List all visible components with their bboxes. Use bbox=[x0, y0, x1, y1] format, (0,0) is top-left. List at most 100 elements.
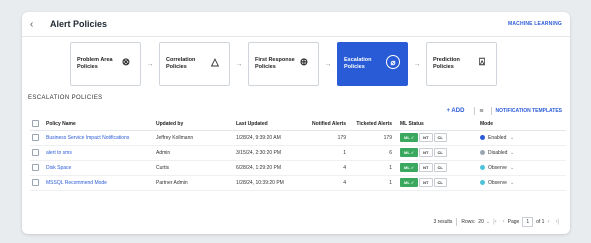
arrow-right-icon: → bbox=[413, 60, 421, 68]
policy-name-link[interactable]: Business Service Impact Notifications bbox=[44, 130, 154, 146]
col-mode[interactable]: Mode bbox=[478, 118, 566, 131]
next-page-icon[interactable]: › bbox=[547, 219, 549, 225]
policies-table: Policy Name Updated by Last Updated Noti… bbox=[30, 118, 566, 191]
last-updated: 1/28/24, 10:39:20 PM bbox=[234, 175, 304, 191]
table-row[interactable]: Business Service Impact Notifications Je… bbox=[30, 130, 566, 146]
chevron-down-icon: ⌄ bbox=[510, 149, 515, 156]
triangle-icon: △ bbox=[211, 56, 219, 68]
divider bbox=[456, 218, 458, 226]
ticketed-alerts: 1 bbox=[352, 160, 398, 176]
row-checkbox[interactable] bbox=[32, 164, 39, 171]
step-label: Problem Area Policies bbox=[77, 57, 113, 70]
rows-per-page-select[interactable]: 20 bbox=[478, 219, 484, 225]
mode-dot bbox=[480, 134, 485, 140]
table-toolbar: + ADD ≡ NOTIFICATION TEMPLATES bbox=[446, 107, 562, 115]
cl-chip[interactable]: CL bbox=[433, 178, 447, 187]
step-prediction[interactable]: Prediction Policies ⍓ bbox=[426, 42, 497, 86]
last-updated: 3/15/24, 2:30:20 PM bbox=[234, 145, 304, 161]
policy-name-link[interactable]: alert to sms bbox=[44, 145, 154, 161]
step-label: Escalation Policies bbox=[344, 57, 372, 70]
notified-alerts: 4 bbox=[304, 175, 352, 191]
mode-value: Disabled bbox=[488, 149, 508, 156]
col-updated-by[interactable]: Updated by bbox=[154, 118, 234, 131]
alert-policies-panel: ‹ Alert Policies MACHINE LEARNING Proble… bbox=[22, 12, 570, 234]
nt-chip[interactable]: NT bbox=[419, 133, 433, 142]
ticketed-alerts: 1 bbox=[352, 175, 398, 191]
mode-select[interactable]: Disabled ⌄ bbox=[478, 145, 566, 161]
nt-chip[interactable]: NT bbox=[419, 163, 433, 172]
row-checkbox[interactable] bbox=[32, 149, 39, 156]
arrow-right-icon: → bbox=[235, 60, 243, 68]
ml-chip[interactable]: ML ✓ bbox=[400, 163, 419, 172]
page-total: of 1 bbox=[536, 219, 545, 225]
row-checkbox[interactable] bbox=[32, 179, 39, 186]
step-first-response[interactable]: First Response Policies ⊕ bbox=[248, 42, 319, 86]
add-button[interactable]: + ADD bbox=[446, 108, 464, 114]
mode-select[interactable]: Observe ⌄ bbox=[478, 160, 566, 176]
nt-chip[interactable]: NT bbox=[419, 178, 433, 187]
step-correlation[interactable]: Correlation Policies △ bbox=[159, 42, 230, 86]
updated-by: Jeffrey Kollmann bbox=[154, 130, 234, 146]
prev-page-icon[interactable]: ‹ bbox=[503, 219, 505, 225]
notified-alerts: 179 bbox=[304, 130, 352, 146]
arrow-right-icon: → bbox=[146, 60, 154, 68]
notification-templates-button[interactable]: NOTIFICATION TEMPLATES bbox=[496, 108, 562, 114]
cl-chip[interactable]: CL bbox=[433, 133, 447, 142]
cl-chip[interactable]: CL bbox=[433, 148, 447, 157]
ml-status: ML ✓ NT CL bbox=[398, 145, 478, 161]
chevron-down-icon[interactable]: ⌄ bbox=[486, 219, 490, 225]
cl-chip[interactable]: CL bbox=[433, 163, 447, 172]
policy-name-link[interactable]: Disk Space bbox=[44, 160, 154, 176]
ml-status: ML ✓ NT CL bbox=[398, 130, 478, 146]
policy-name-link[interactable]: MSSQL Recommend Mode bbox=[44, 175, 154, 191]
policy-steps: Problem Area Policies ⊗ → Correlation Po… bbox=[70, 42, 497, 86]
updated-by: Partner Admin bbox=[154, 175, 234, 191]
tools-icon: ⍓ bbox=[479, 56, 485, 68]
table-row[interactable]: alert to sms Admin 3/15/24, 2:30:20 PM 1… bbox=[30, 145, 566, 161]
updated-by: Admin bbox=[154, 145, 234, 161]
last-page-icon[interactable]: ›| bbox=[555, 219, 559, 225]
col-ml-status[interactable]: ML Status bbox=[398, 118, 478, 131]
chevron-left-icon[interactable]: ‹ bbox=[30, 19, 44, 30]
notified-alerts: 4 bbox=[304, 160, 352, 176]
step-label: First Response Policies bbox=[255, 57, 295, 70]
mode-value: Observe bbox=[488, 164, 507, 171]
chevron-down-icon: ⌄ bbox=[510, 179, 515, 186]
page-input[interactable]: 1 bbox=[522, 217, 534, 227]
rows-label: Rows: bbox=[461, 219, 476, 225]
step-problem-area[interactable]: Problem Area Policies ⊗ bbox=[70, 42, 141, 86]
mode-value: Observe bbox=[488, 179, 507, 186]
first-page-icon[interactable]: |‹ bbox=[493, 219, 497, 225]
mode-value: Enabled bbox=[488, 134, 507, 141]
last-updated: 6/28/24, 1:29:20 PM bbox=[234, 160, 304, 176]
table-row[interactable]: Disk Space Curtis 6/28/24, 1:29:20 PM 4 … bbox=[30, 160, 566, 176]
chevron-down-icon: ⌄ bbox=[510, 164, 515, 171]
divider bbox=[490, 107, 492, 115]
ml-chip[interactable]: ML ✓ bbox=[400, 133, 419, 142]
col-policy-name[interactable]: Policy Name bbox=[44, 118, 154, 131]
ticketed-alerts: 6 bbox=[352, 145, 398, 161]
col-ticketed-alerts[interactable]: Ticketed Alerts bbox=[352, 118, 398, 131]
shield-icon: ⊗ bbox=[121, 56, 131, 68]
mode-select[interactable]: Enabled ⌄ bbox=[478, 130, 566, 146]
select-all-checkbox[interactable] bbox=[32, 120, 39, 128]
row-checkbox[interactable] bbox=[32, 134, 39, 141]
compass-icon: ⌀ bbox=[386, 55, 400, 69]
list-icon[interactable]: ≡ bbox=[479, 108, 483, 115]
ml-chip[interactable]: ML ✓ bbox=[400, 148, 419, 157]
machine-learning-link[interactable]: MACHINE LEARNING bbox=[508, 21, 562, 27]
col-last-updated[interactable]: Last Updated bbox=[234, 118, 304, 131]
table-row[interactable]: MSSQL Recommend Mode Partner Admin 1/28/… bbox=[30, 175, 566, 191]
page-title: Alert Policies bbox=[50, 19, 108, 29]
notified-alerts: 1 bbox=[304, 145, 352, 161]
step-escalation[interactable]: Escalation Policies ⌀ bbox=[337, 42, 408, 86]
chevron-down-icon: ⌄ bbox=[510, 134, 515, 141]
mode-select[interactable]: Observe ⌄ bbox=[478, 175, 566, 191]
top-bar: ‹ Alert Policies MACHINE LEARNING bbox=[22, 12, 570, 37]
arrow-right-icon: → bbox=[324, 60, 332, 68]
ml-chip[interactable]: ML ✓ bbox=[400, 178, 419, 187]
mode-dot bbox=[480, 149, 485, 155]
col-notified-alerts[interactable]: Notified Alerts bbox=[304, 118, 352, 131]
nt-chip[interactable]: NT bbox=[419, 148, 433, 157]
pagination: 3 results Rows: 20 ⌄ |‹ ‹ Page 1 of 1 › … bbox=[433, 217, 562, 227]
